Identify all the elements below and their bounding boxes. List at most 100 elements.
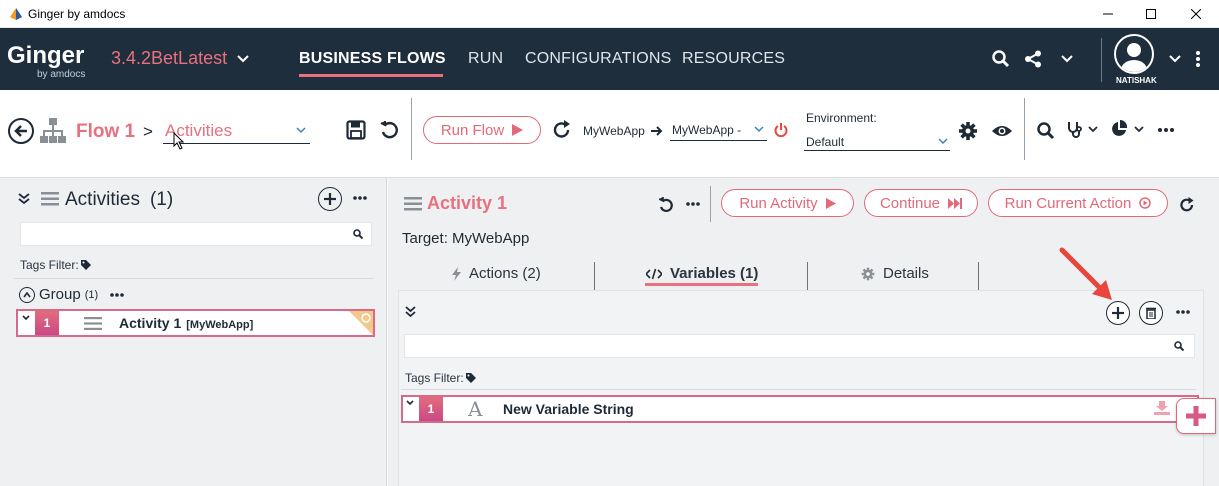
activity-title: Activity 1 <box>427 193 508 213</box>
refresh-icon[interactable] <box>551 119 573 141</box>
arrow-right-icon <box>651 125 663 137</box>
share-icon[interactable] <box>1022 48 1044 70</box>
tab-actions[interactable]: Actions (2) <box>452 265 541 282</box>
analytics-menu[interactable] <box>1110 120 1144 138</box>
stethoscope-icon <box>1066 120 1084 138</box>
flow-toolbar: Flow 1 > Activities Run Flow MyWebApp My… <box>0 90 1219 178</box>
tags-filter-label: Tags Filter: <box>20 258 79 272</box>
list-icon <box>403 196 423 212</box>
more-horizontal-icon[interactable] <box>1157 126 1175 134</box>
tab-variables[interactable]: Variables (1) <box>646 265 758 282</box>
variables-panel: Tags Filter: 1 A New Variable String <box>398 290 1204 486</box>
user-name: NATISHAK <box>1116 76 1157 85</box>
app-label: MyWebApp <box>583 124 645 138</box>
more-vertical-icon[interactable] <box>1193 48 1203 70</box>
active-tab-underline <box>299 74 443 77</box>
maximize-icon[interactable] <box>1128 0 1174 28</box>
breadcrumb-separator: > <box>143 122 153 141</box>
power-icon[interactable] <box>773 121 789 139</box>
continue-label: Continue <box>879 194 941 212</box>
environment-select[interactable]: Default <box>804 131 950 151</box>
chevron-down-icon[interactable] <box>1060 54 1074 64</box>
logo-subtitle: by amdocs <box>37 69 86 80</box>
tab-run[interactable]: RUN <box>468 50 503 68</box>
delete-variable-button[interactable] <box>1139 301 1163 325</box>
expand-chevron-icon[interactable] <box>22 315 30 321</box>
more-horizontal-icon[interactable] <box>1175 309 1191 315</box>
activity-name: Activity 1 [MyWebApp] <box>119 315 253 331</box>
save-icon[interactable] <box>345 119 367 141</box>
app-icon <box>8 6 24 22</box>
add-variable-button[interactable] <box>1106 301 1130 325</box>
activity-row[interactable]: 1 Activity 1 [MyWebApp] <box>16 309 375 337</box>
target-app-select[interactable]: MyWebApp - <box>670 121 767 141</box>
corner-status-icon <box>349 311 373 335</box>
window-title: Ginger by amdocs <box>28 7 126 21</box>
target-app-value: MyWebApp - <box>672 123 742 137</box>
collapse-all-icon[interactable] <box>17 192 31 206</box>
search-icon[interactable] <box>1035 120 1057 142</box>
toolbar-divider <box>411 98 412 160</box>
main-nav: Ginger by amdocs 3.4.2BetLatest BUSINESS… <box>0 28 1219 90</box>
window-titlebar: Ginger by amdocs <box>0 0 1219 28</box>
activities-count: (1) <box>149 189 174 210</box>
tags-filter[interactable]: Tags Filter: <box>20 258 91 272</box>
tab-details[interactable]: Details <box>861 265 929 282</box>
drag-handle-icon[interactable] <box>84 317 102 330</box>
variable-row[interactable]: 1 A New Variable String <box>401 395 1199 423</box>
tags-filter-label: Tags Filter: <box>405 371 464 385</box>
download-icon[interactable] <box>1154 401 1170 415</box>
search-icon[interactable] <box>352 228 364 240</box>
more-horizontal-icon[interactable] <box>685 201 701 207</box>
chevron-down-icon <box>296 127 306 134</box>
minimize-icon[interactable] <box>1085 0 1131 28</box>
run-flow-label: Run Flow <box>440 121 505 139</box>
run-current-action-label: Run Current Action <box>1004 194 1132 212</box>
collapse-group-icon[interactable] <box>19 286 35 303</box>
string-type-icon: A <box>468 397 483 421</box>
tab-resources[interactable]: RESOURCES <box>682 50 785 68</box>
header-divider <box>710 186 711 222</box>
continue-button[interactable]: Continue <box>864 189 978 217</box>
more-horizontal-icon[interactable] <box>352 195 368 201</box>
variables-search-input[interactable] <box>404 334 1195 358</box>
group-header[interactable]: Group (1) <box>19 286 124 303</box>
toolbar-divider <box>1024 98 1025 160</box>
chevron-down-icon <box>237 54 249 63</box>
tags-filter[interactable]: Tags Filter: <box>405 371 476 385</box>
flow-name[interactable]: Flow 1 <box>76 121 135 143</box>
tab-actions-label: Actions (2) <box>469 265 541 282</box>
tab-divider <box>978 262 979 290</box>
add-activity-button[interactable] <box>318 187 342 211</box>
activities-search-input[interactable] <box>20 222 372 246</box>
run-flow-button[interactable]: Run Flow <box>423 116 541 144</box>
user-avatar[interactable] <box>1114 34 1154 74</box>
close-icon[interactable] <box>1173 0 1219 28</box>
floating-add-button[interactable] <box>1176 398 1216 434</box>
run-activity-button[interactable]: Run Activity <box>721 189 854 217</box>
gear-icon[interactable] <box>957 120 979 142</box>
stethoscope-menu[interactable] <box>1066 120 1098 138</box>
expand-chevron-icon[interactable] <box>406 400 414 406</box>
ginger-logo: Ginger <box>7 42 85 69</box>
refresh-icon[interactable] <box>1177 195 1197 215</box>
undo-icon[interactable] <box>657 195 677 215</box>
undo-icon[interactable] <box>378 119 402 141</box>
activity-target-label: [MyWebApp] <box>186 319 254 331</box>
search-icon[interactable] <box>990 48 1012 70</box>
tab-configurations[interactable]: CONFIGURATIONS <box>525 50 672 68</box>
search-icon[interactable] <box>1173 340 1185 352</box>
activity-details-panel: Activity 1 Run Activity Continue Run Cur… <box>388 178 1219 486</box>
chevron-down-icon <box>754 126 764 133</box>
annotation-arrow <box>1058 246 1116 304</box>
tab-business-flows[interactable]: BUSINESS FLOWS <box>299 50 446 68</box>
version-selector[interactable]: 3.4.2BetLatest <box>111 48 249 69</box>
back-arrow-icon[interactable] <box>8 118 34 144</box>
bolt-icon <box>452 266 461 281</box>
view-select[interactable]: Activities <box>163 119 310 144</box>
run-current-action-button[interactable]: Run Current Action <box>988 189 1168 217</box>
more-horizontal-icon[interactable] <box>110 292 124 297</box>
eye-icon[interactable] <box>990 120 1014 142</box>
collapse-all-icon[interactable] <box>403 304 417 318</box>
chevron-down-icon[interactable] <box>1168 54 1182 64</box>
